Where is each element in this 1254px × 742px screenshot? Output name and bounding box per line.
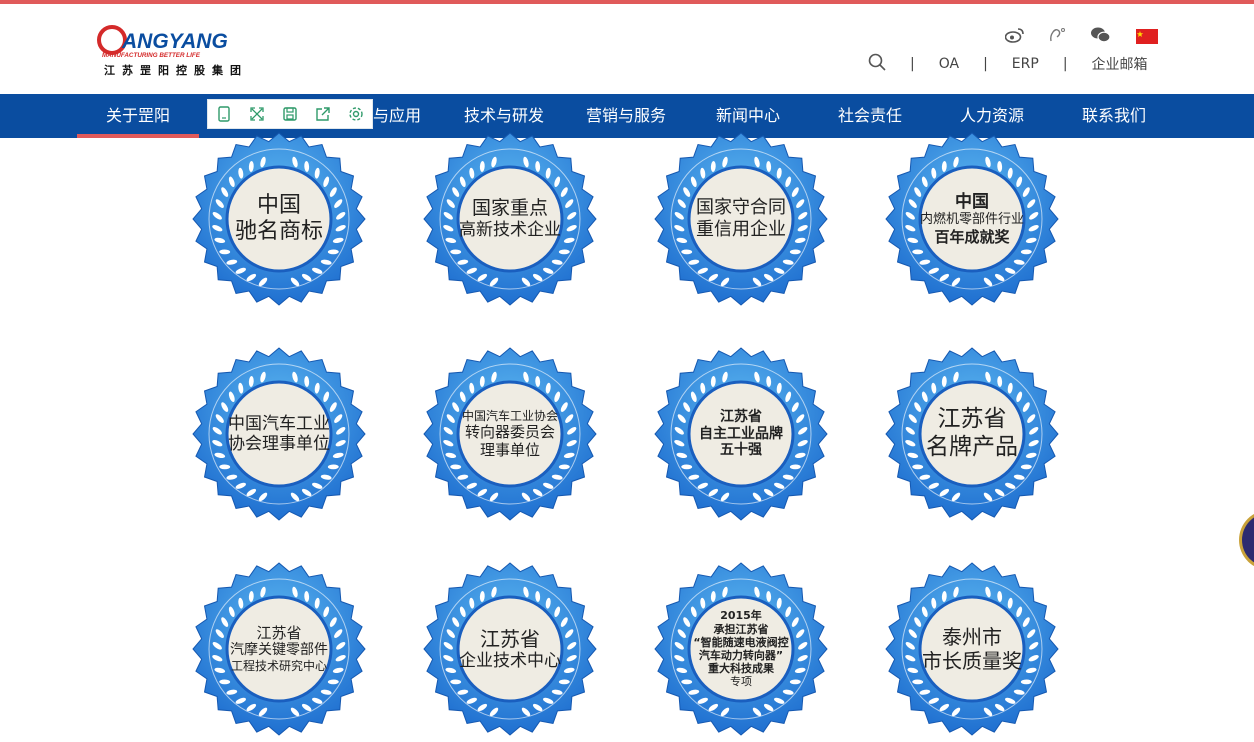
badge-label-line: 专项 [730,675,752,689]
nav-about[interactable]: 关于罡阳 [77,94,199,138]
badge-label: 江苏省 名牌产品 [921,383,1023,485]
separator: | [983,56,988,72]
tablet-icon[interactable] [208,100,241,128]
badge-label: 江苏省 企业技术中心 [459,598,561,700]
email-link[interactable]: 企业邮箱 [1092,54,1148,74]
badge-label-line: 名牌产品 [926,434,1018,460]
logo-mark: ANGYANG MANUFACTURING BETTER LIFE [97,25,228,59]
honor-badge: 中国 驰名商标 [190,130,368,308]
badge-label: 国家守合同 重信用企业 [690,168,792,270]
badge-label: 江苏省 汽摩关键零部件 工程技术研究中心 [228,598,330,700]
badge-label: 泰州市 市长质量奖 [921,598,1023,700]
site-header: ANGYANG MANUFACTURING BETTER LIFE 江苏罡阳控股… [0,4,1254,94]
badge-label-line: 江苏省 [720,408,762,425]
expand-icon[interactable] [241,100,274,128]
badge-label-line: 2015年 [720,609,762,623]
company-logo[interactable]: ANGYANG MANUFACTURING BETTER LIFE 江苏罡阳控股… [96,24,266,80]
badge-label-line: 驰名商标 [234,219,323,244]
separator: | [910,56,915,72]
badge-label: 中国汽车工业 协会理事单位 [228,383,330,485]
header-links: | OA | ERP | 企业邮箱 [868,53,1148,75]
nav-active-indicator [77,134,199,138]
honor-badge: 2015年 承担江苏省 “智能随速电液阀控 汽车动力转向器” 重大科技成果 专项 [652,560,830,738]
honor-badge: 江苏省 名牌产品 [883,345,1061,523]
badge-label-line: 汽车动力转向器” [698,649,784,662]
badge-label-line: 转向器委员会 [464,423,555,442]
cn-flag-icon[interactable] [1136,29,1158,44]
badge-label-line: 国家守合同 [696,197,786,219]
honor-badge: 江苏省 自主工业品牌 五十强 [652,345,830,523]
search-icon[interactable] [868,53,886,75]
badge-label-line: 重大科技成果 [708,662,774,676]
badge-label-line: 高新技术企业 [459,220,561,241]
oa-link[interactable]: OA [939,56,959,72]
side-float-tab[interactable] [1239,510,1254,570]
wechat-icon[interactable] [1090,24,1112,46]
ear-icon[interactable] [1046,24,1068,46]
badge-label-line: 国家重点 [471,197,548,220]
honor-badge: 中国 内燃机零部件行业 百年成就奖 [883,130,1061,308]
badge-label-line: 协会理事单位 [228,434,330,454]
badge-label-line: 百年成就奖 [934,227,1010,246]
badge-label-line: 江苏省 [256,624,302,643]
badge-label: 国家重点 高新技术企业 [459,168,561,270]
badge-label-line: 企业技术中心 [459,650,561,671]
honor-badge: 中国汽车工业协会 转向器委员会 理事单位 [421,345,599,523]
badge-label: 中国 内燃机零部件行业 百年成就奖 [920,168,1025,270]
honor-badge: 国家重点 高新技术企业 [421,130,599,308]
nav-contact[interactable]: 联系我们 [1064,94,1164,138]
badge-label-line: 自主工业品牌 [699,425,783,442]
badge-label-line: 市长质量奖 [922,649,1022,673]
badge-label-line: 理事单位 [479,441,540,460]
company-name-cn: 江苏罡阳控股集团 [104,64,248,77]
badge-label-line: 承担江苏省 [713,622,769,636]
badge-label-line: 江苏省 [937,406,1007,433]
erp-link[interactable]: ERP [1012,56,1039,72]
badge-label-line: 泰州市 [942,625,1002,649]
main-nav: 关于罡阳 与应用 技术与研发 营销与服务 新闻中心 社会责任 人力资源 联系我们 [0,94,1254,138]
save-icon[interactable] [274,100,307,128]
separator: | [1062,56,1068,72]
badge-label-line: 中国汽车工业 [228,413,330,434]
share-icon[interactable] [306,100,339,128]
badge-label-line: 五十强 [720,442,762,459]
honor-badge: 泰州市 市长质量奖 [883,560,1061,738]
nav-products[interactable]: 与应用 [373,94,425,138]
honor-badge: 国家守合同 重信用企业 [652,130,830,308]
weibo-icon[interactable] [1004,24,1026,46]
badge-label: 中国汽车工业协会 转向器委员会 理事单位 [459,383,561,485]
honor-badge: 江苏省 企业技术中心 [421,560,599,738]
badge-label-line: 中国汽车工业协会 [461,408,558,423]
badge-label-line: 江苏省 [480,626,540,651]
logo-tagline: MANUFACTURING BETTER LIFE [102,52,201,59]
badge-label-line: 汽摩关键零部件 [230,642,328,659]
badge-label: 2015年 承担江苏省 “智能随速电液阀控 汽车动力转向器” 重大科技成果 专项 [690,598,792,700]
gear-icon[interactable] [339,100,372,128]
badge-label-line: 内燃机零部件行业 [920,212,1025,228]
badge-label-line: 中国 [256,192,301,218]
honor-badge: 江苏省 汽摩关键零部件 工程技术研究中心 [190,560,368,738]
badge-label: 江苏省 自主工业品牌 五十强 [690,383,792,485]
badge-label-line: 工程技术研究中心 [230,659,327,674]
logo-wordmark: ANGYANG [121,30,228,53]
floating-toolbar [207,99,373,129]
badge-label-line: “智能随速电液阀控 [693,635,789,649]
badge-label: 中国 驰名商标 [228,168,330,270]
badge-label-line: 中国 [955,192,989,212]
badge-label-line: 重信用企业 [696,219,786,240]
honor-badge: 中国汽车工业 协会理事单位 [190,345,368,523]
